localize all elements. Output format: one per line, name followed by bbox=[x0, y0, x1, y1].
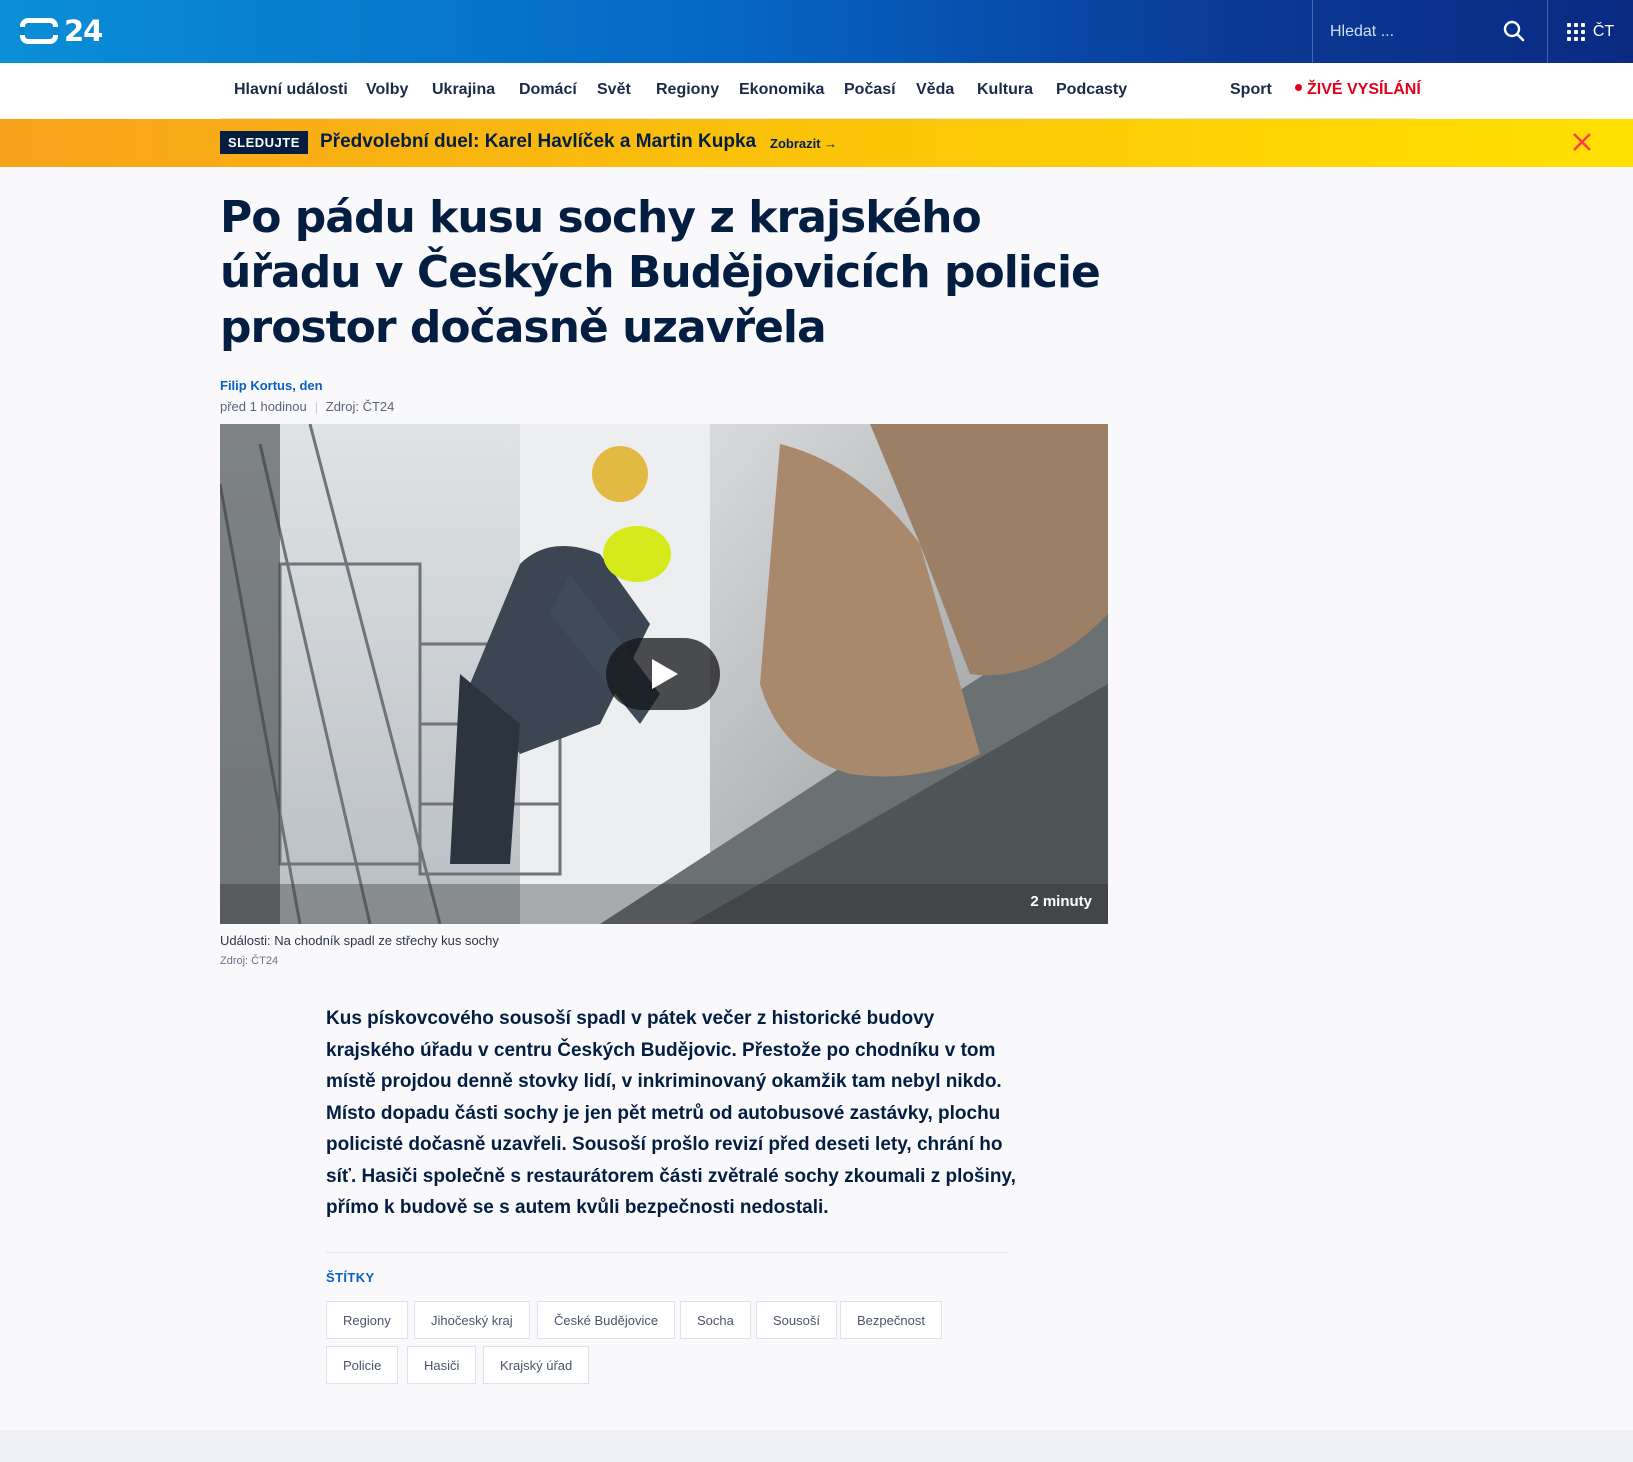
top-header: 24 ČT bbox=[0, 0, 1633, 63]
video-player[interactable]: 2 minuty bbox=[220, 424, 1108, 924]
footer-strip bbox=[0, 1430, 1633, 1462]
tag-socha[interactable]: Socha bbox=[680, 1301, 751, 1339]
ct-menu-button[interactable]: ČT bbox=[1547, 0, 1633, 63]
article-meta: před 1 hodinou Zdroj: ČT24 bbox=[220, 399, 394, 414]
tag-bezpecnost[interactable]: Bezpečnost bbox=[840, 1301, 942, 1339]
nav-item-pocasi[interactable]: Počasí bbox=[844, 81, 896, 99]
banner-title[interactable]: Předvolební duel: Karel Havlíček a Marti… bbox=[320, 131, 756, 153]
tag-jihocesky-kraj[interactable]: Jihočeský kraj bbox=[414, 1301, 530, 1339]
nav-item-ekonomika[interactable]: Ekonomika bbox=[739, 81, 824, 99]
article-time: před 1 hodinou bbox=[220, 399, 307, 414]
tag-ceske-budejovice[interactable]: České Budějovice bbox=[537, 1301, 676, 1339]
article-source: Zdroj: ČT24 bbox=[325, 399, 395, 414]
tag-policie[interactable]: Policie bbox=[326, 1346, 399, 1384]
banner-show-link[interactable]: Zobrazit → bbox=[770, 136, 837, 151]
nav-item-domaci[interactable]: Domácí bbox=[519, 81, 577, 99]
nav-item-svet[interactable]: Svět bbox=[597, 81, 631, 99]
live-banner: SLEDUJTE Předvolební duel: Karel Havlíče… bbox=[0, 119, 1633, 167]
nav-item-sport[interactable]: Sport bbox=[1230, 81, 1272, 99]
logo-text: 24 bbox=[64, 14, 103, 48]
article-lead: Kus pískovcového sousoší spadl v pátek v… bbox=[326, 1008, 1016, 1218]
ct-label: ČT bbox=[1592, 22, 1615, 40]
video-duration: 2 minuty bbox=[1030, 893, 1092, 910]
article-headline: Po pádu kusu sochy z krajského úřadu v Č… bbox=[220, 192, 1101, 353]
close-icon[interactable] bbox=[1571, 131, 1593, 153]
ct24-logo[interactable]: 24 bbox=[19, 14, 103, 48]
video-caption: Události: Na chodník spadl ze střechy ku… bbox=[220, 933, 499, 948]
grid-menu-icon bbox=[1566, 22, 1585, 41]
logo-icon bbox=[19, 18, 59, 44]
nav-item-volby[interactable]: Volby bbox=[366, 81, 408, 99]
search-icon[interactable] bbox=[1503, 20, 1525, 42]
tag-sousosi[interactable]: Sousoší bbox=[756, 1301, 837, 1339]
author-link[interactable]: Filip Kortus, den bbox=[220, 378, 323, 393]
main-nav: Hlavní události Volby Ukrajina Domácí Sv… bbox=[0, 63, 1633, 119]
tag-krajsky-urad[interactable]: Krajský úřad bbox=[483, 1346, 590, 1384]
tags-divider bbox=[326, 1252, 1008, 1253]
tags-title: ŠTÍTKY bbox=[326, 1270, 375, 1285]
video-caption-source: Zdroj: ČT24 bbox=[220, 955, 279, 967]
nav-item-veda[interactable]: Věda bbox=[916, 81, 954, 99]
nav-item-ukrajina[interactable]: Ukrajina bbox=[432, 81, 495, 99]
search-box bbox=[1312, 0, 1547, 63]
nav-item-kultura[interactable]: Kultura bbox=[977, 81, 1033, 99]
play-icon bbox=[652, 659, 678, 689]
live-dot-icon bbox=[1295, 84, 1302, 92]
nav-item-regiony[interactable]: Regiony bbox=[656, 81, 719, 99]
nav-item-podcasty[interactable]: Podcasty bbox=[1056, 81, 1127, 99]
search-input[interactable] bbox=[1313, 22, 1493, 41]
tag-hasici[interactable]: Hasiči bbox=[407, 1346, 477, 1384]
banner-badge: SLEDUJTE bbox=[220, 131, 308, 154]
tag-regiony[interactable]: Regiony bbox=[326, 1301, 408, 1339]
nav-item-hlavni-udalosti[interactable]: Hlavní události bbox=[234, 81, 348, 99]
live-label: ŽIVÉ VYSÍLÁNÍ bbox=[1307, 81, 1421, 98]
nav-item-live[interactable]: ŽIVÉ VYSÍLÁNÍ bbox=[1295, 81, 1421, 99]
play-button[interactable] bbox=[606, 638, 720, 710]
